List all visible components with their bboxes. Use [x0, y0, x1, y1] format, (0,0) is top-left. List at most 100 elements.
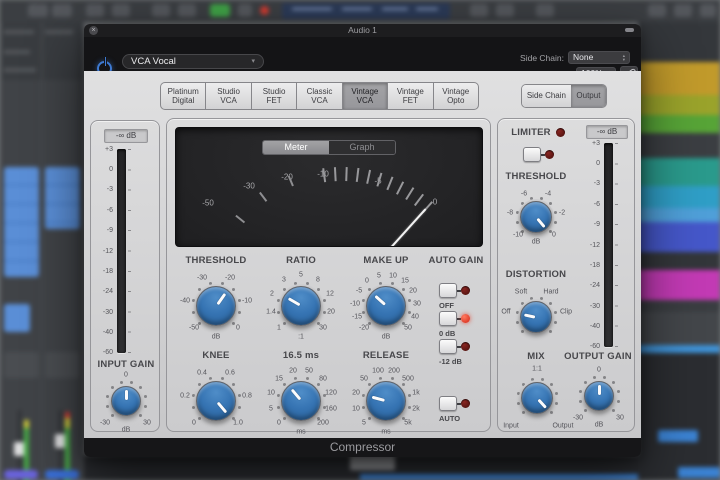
meter-scale-label: -30 — [589, 303, 600, 310]
knob-tick-label: 0.4 — [197, 369, 207, 377]
knee-knob-group: 0 0.2 0.4 0.6 0.8 1.0 — [170, 355, 262, 447]
output-gain-knob[interactable] — [584, 381, 614, 411]
knob-pointer — [215, 292, 226, 306]
toolbar-button — [28, 4, 48, 17]
limiter-threshold-knob[interactable] — [520, 201, 552, 233]
tab-graph[interactable]: Graph — [329, 141, 395, 154]
ratio-knob[interactable] — [281, 286, 321, 326]
vu-scale-label: 0 — [432, 197, 438, 207]
knob-tick-label: 50 — [360, 375, 368, 383]
knob-tick-label: 200 — [388, 367, 400, 375]
side-chain-label: Side Chain: — [520, 53, 564, 63]
meter-ticks — [615, 143, 618, 347]
knob-tick-label: Off — [501, 308, 511, 316]
meter-scale-label: -3 — [593, 180, 600, 187]
mix-knob[interactable] — [521, 382, 553, 414]
knob-tick-label: -10 — [512, 231, 524, 239]
distortion-knob[interactable] — [520, 301, 552, 333]
model-studio-vca[interactable]: Studio VCA — [205, 82, 251, 110]
make-up-knob[interactable] — [366, 286, 406, 326]
knob-pointer — [373, 294, 386, 306]
attack-knob[interactable] — [281, 381, 321, 421]
knob-tick-label: 0.6 — [225, 369, 235, 377]
auto-gain-off-row — [439, 283, 470, 298]
input-level-meter — [117, 149, 126, 353]
window-titlebar[interactable]: Audio 1 × — [84, 24, 641, 37]
release-knob-group: 5 10 20 50 100 200 500 1k 2k 5k ms — [340, 355, 432, 447]
limiter-enable-led — [545, 150, 554, 159]
auto-gain-0db-row — [439, 311, 470, 326]
knob-tick-label: 50 — [305, 367, 313, 375]
toolbar-button — [470, 4, 488, 17]
knob-tick-label: 1.0 — [233, 419, 243, 427]
track-row — [638, 62, 720, 95]
model-classic-vca[interactable]: Classic VCA — [296, 82, 342, 110]
auto-gain-off-button[interactable] — [439, 283, 457, 298]
background-inspector — [0, 22, 84, 480]
vu-tick — [235, 214, 246, 224]
knob-tick-label: 1 — [277, 324, 281, 332]
close-icon[interactable]: × — [89, 26, 98, 35]
threshold-knob[interactable] — [196, 286, 236, 326]
knob-tick-label: 12 — [326, 290, 334, 298]
auto-gain-minus12-button[interactable] — [439, 339, 457, 354]
auto-gain-0db-button[interactable] — [439, 311, 457, 326]
knob-unit-label: dB — [531, 238, 541, 246]
side-chain-select[interactable]: None ▴ ▾ — [568, 51, 630, 64]
make-up-knob-group: -20 -15 -10 -5 0 5 10 15 20 30 40 50 dB — [340, 260, 432, 352]
knob-tick-label: -20 — [224, 274, 236, 282]
toolbar-button — [700, 4, 716, 17]
knob-tick-label: 50 — [404, 324, 412, 332]
knob-tick-label: 1:1 — [532, 365, 542, 373]
meter-ticks — [128, 149, 131, 353]
knee-knob[interactable] — [196, 381, 236, 421]
ratio-knob-group: 1 1.4 2 3 5 8 12 20 30 :1 — [255, 260, 347, 352]
auto-gain-off-label: OFF — [439, 301, 454, 310]
knob-tick-label: 1.4 — [266, 308, 276, 316]
display-mode-toggle: Meter Graph — [262, 140, 396, 155]
auto-gain-minus12-row — [439, 339, 470, 354]
meter-scale-label: +3 — [105, 146, 113, 153]
model-vintage-opto[interactable]: Vintage Opto — [432, 82, 479, 110]
knob-tick-label: -40 — [179, 297, 191, 305]
vu-tick — [413, 193, 424, 206]
model-platinum-digital[interactable]: Platinum Digital — [160, 82, 206, 110]
toolbar-button — [648, 4, 666, 17]
meter-scale-label: -60 — [102, 349, 113, 356]
auto-gain-minus12-led — [461, 342, 470, 351]
knob-unit-label: :1 — [298, 333, 304, 341]
knob-tick-label: Soft — [514, 288, 528, 296]
limiter-threshold-knob-group: -10 -8 -6 -4 -2 0 dB — [498, 179, 574, 255]
auto-release-button[interactable] — [439, 396, 457, 411]
preset-dropdown[interactable]: VCA Vocal ▾ — [122, 54, 264, 69]
toolbar-button — [52, 4, 72, 17]
meter-scale-label: -40 — [102, 329, 113, 336]
knob-tick-label: 0 — [236, 324, 240, 332]
limiter-enable-button[interactable] — [523, 147, 541, 162]
auto-release-row — [439, 396, 470, 411]
track-row — [638, 22, 720, 62]
knob-tick-label: 10 — [389, 272, 397, 280]
model-vintage-vca[interactable]: Vintage VCA — [341, 82, 388, 110]
track-row — [638, 208, 720, 222]
knob-unit-label: ms — [296, 428, 306, 436]
tab-meter[interactable]: Meter — [263, 141, 329, 154]
release-knob[interactable] — [366, 381, 406, 421]
toolbar-button — [674, 4, 692, 17]
channel-strip — [43, 22, 82, 480]
knob-tick-label: 160 — [325, 405, 337, 413]
knob-tick-label: 20 — [409, 287, 417, 295]
model-studio-fet[interactable]: Studio FET — [250, 82, 297, 110]
input-gain-knob[interactable] — [111, 386, 141, 416]
track-row — [638, 312, 720, 345]
auto-release-label: AUTO — [439, 414, 461, 423]
knob-pointer — [371, 395, 385, 402]
window-mode-button[interactable] — [625, 28, 634, 32]
meter-scale-label: -18 — [589, 262, 600, 269]
tab-side-chain[interactable]: Side Chain — [522, 85, 571, 107]
meter-scale-label: 0 — [109, 166, 113, 173]
tab-output[interactable]: Output — [570, 85, 606, 107]
knob-tick-label: Input — [503, 422, 519, 430]
model-vintage-fet[interactable]: Vintage FET — [387, 82, 433, 110]
meter-scale-label: -30 — [102, 309, 113, 316]
